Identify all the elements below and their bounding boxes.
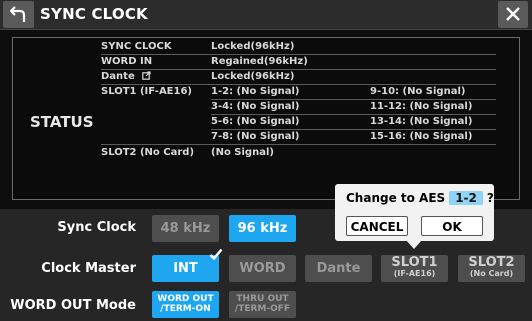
thru-out-label-line1: THRU OUT — [236, 294, 289, 304]
slot1-channel-15-16: 15-16: (No Signal) — [370, 131, 473, 142]
slot1-channel-9-10: 9-10: (No Signal) — [370, 86, 466, 97]
divider — [101, 54, 496, 55]
popup-message-text: Change to AES — [346, 191, 446, 205]
slot1-channel-7-8: 7-8: (No Signal) — [211, 131, 300, 142]
slot1-channel-3-4: 3-4: (No Signal) — [211, 101, 300, 112]
clock-master-label: Clock Master — [41, 261, 136, 276]
ok-button[interactable]: OK — [421, 216, 483, 236]
divider — [211, 114, 496, 115]
back-button[interactable] — [3, 1, 34, 28]
close-icon — [506, 7, 520, 21]
status-label-word-in: WORD IN — [101, 56, 153, 67]
popup-pointer — [406, 240, 422, 249]
status-value-slot2: (No Signal) — [211, 147, 274, 158]
status-label-slot1: SLOT1 (IF-AE16) — [101, 86, 193, 97]
sync-clock-48khz-button[interactable]: 48 kHz — [152, 215, 219, 242]
popup-question-mark: ? — [486, 191, 494, 205]
popup-message: Change to AES 1-2? — [346, 191, 494, 205]
clock-master-dante-button[interactable]: Dante — [305, 255, 372, 282]
cancel-button[interactable]: CANCEL — [346, 216, 408, 236]
word-out-label-line2: /TERM-ON — [160, 304, 211, 314]
slot1-channel-5-6: 5-6: (No Signal) — [211, 116, 300, 127]
status-value-dante: Locked(96kHz) — [211, 71, 295, 82]
link-icon — [142, 71, 151, 80]
word-out-label-line1: WORD OUT — [157, 294, 214, 304]
close-button[interactable] — [498, 1, 528, 28]
clock-master-word-button[interactable]: WORD — [229, 255, 296, 282]
slot1-channel-13-14: 13-14: (No Signal) — [370, 116, 473, 127]
clock-master-slot1-button[interactable]: SLOT1 (IF-AE16) — [381, 255, 448, 282]
status-panel: STATUS SYNC CLOCK Locked(96kHz) WORD IN … — [12, 37, 520, 200]
thru-out-label-line2: /TERM-OFF — [234, 304, 291, 314]
divider — [211, 99, 496, 100]
status-label-sync-clock: SYNC CLOCK — [101, 41, 172, 52]
thru-out-term-off-button[interactable]: THRU OUT /TERM-OFF — [229, 291, 296, 318]
word-out-mode-label: WORD OUT Mode — [10, 298, 136, 313]
window-title: SYNC CLOCK — [40, 5, 148, 23]
back-arrow-icon — [10, 6, 26, 22]
sync-clock-96khz-button[interactable]: 96 kHz — [229, 215, 296, 242]
popup-slot-value[interactable]: 1-2 — [449, 191, 483, 205]
sync-clock-label: Sync Clock — [57, 220, 136, 235]
status-label-slot2: SLOT2 (No Card) — [101, 147, 195, 158]
clock-master-slot2-button[interactable]: SLOT2 (No Card) — [458, 255, 525, 282]
word-out-term-on-button[interactable]: WORD OUT /TERM-ON — [152, 291, 219, 318]
change-to-aes-popup: Change to AES 1-2? CANCEL OK — [335, 184, 494, 249]
dante-label-text: Dante — [101, 71, 135, 82]
divider — [101, 69, 496, 70]
checkmark-icon — [209, 248, 223, 261]
status-value-sync-clock: Locked(96kHz) — [211, 41, 295, 52]
status-label-dante: Dante — [101, 71, 151, 82]
status-heading: STATUS — [30, 113, 94, 131]
title-bar: SYNC CLOCK — [0, 0, 532, 30]
status-value-word-in: Regained(96kHz) — [211, 56, 308, 67]
int-label: INT — [173, 261, 198, 276]
divider — [101, 144, 496, 145]
slot1-channel-11-12: 11-12: (No Signal) — [370, 101, 473, 112]
clock-master-int-button[interactable]: INT — [152, 248, 223, 282]
divider — [211, 129, 496, 130]
slot1-channel-1-2: 1-2: (No Signal) — [211, 86, 300, 97]
divider — [101, 84, 496, 85]
